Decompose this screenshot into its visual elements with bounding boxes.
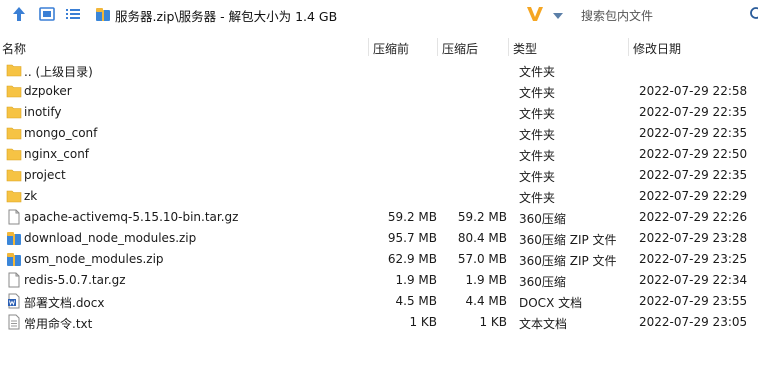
- file-name: inotify: [24, 105, 62, 119]
- file-row[interactable]: zk 文件夹 2022-07-29 22:29: [0, 186, 758, 207]
- column-divider[interactable]: [368, 38, 369, 56]
- column-uncompressed[interactable]: 压缩后: [442, 40, 478, 57]
- file-row[interactable]: 部署文档.docx 4.5 MB 4.4 MB DOCX 文档 2022-07-29 2…: [0, 291, 758, 312]
- file-row[interactable]: nginx_conf 文件夹 2022-07-29 22:50: [0, 144, 758, 165]
- folder-icon: [6, 146, 22, 162]
- v-logo-icon[interactable]: [526, 4, 544, 27]
- file-row[interactable]: mongo_conf 文件夹 2022-07-29 22:35: [0, 123, 758, 144]
- folder-icon: [6, 62, 22, 78]
- modified-date: 2022-07-29 22:34: [639, 273, 748, 287]
- file-type: 文件夹: [519, 65, 556, 79]
- file-row[interactable]: redis-5.0.7.tar.gz 1.9 MB 1.9 MB 360压缩 2022-…: [0, 270, 758, 291]
- column-name[interactable]: 名称: [2, 40, 26, 57]
- size-before: 62.9 MB: [387, 252, 437, 266]
- size-after: 4.4 MB: [465, 294, 507, 308]
- file-name: project: [24, 168, 66, 182]
- file-type: 360压缩: [519, 212, 566, 226]
- file-type: 360压缩 ZIP 文件: [519, 254, 617, 268]
- file-name: 部署文档.docx: [24, 296, 105, 310]
- modified-date: 2022-07-29 23:55: [639, 294, 748, 308]
- file-row[interactable]: 常用命令.txt 1 KB 1 KB 文本文档 2022-07-29 23:05: [0, 312, 758, 333]
- file-type: 文件夹: [519, 86, 556, 100]
- chevron-down-icon[interactable]: [552, 9, 564, 23]
- modified-date: 2022-07-29 22:58: [639, 84, 748, 98]
- modified-date: 2022-07-29 22:35: [639, 105, 748, 119]
- column-type[interactable]: 类型: [513, 40, 537, 57]
- file-type: DOCX 文档: [519, 296, 583, 310]
- column-divider[interactable]: [628, 38, 629, 56]
- file-row[interactable]: inotify 文件夹 2022-07-29 22:35: [0, 102, 758, 123]
- modified-date: 2022-07-29 22:35: [639, 126, 748, 140]
- file-name: .. (上级目录): [24, 65, 93, 79]
- toolbar: 服务器.zip\服务器 - 解包大小为 1.4 GB 搜索包内文件: [0, 0, 758, 28]
- file-name: 常用命令.txt: [24, 317, 93, 331]
- modified-date: 2022-07-29 22:26: [639, 210, 748, 224]
- file-type: 360压缩 ZIP 文件: [519, 233, 617, 247]
- file-row[interactable]: osm_node_modules.zip 62.9 MB 57.0 MB 360压缩 …: [0, 249, 758, 270]
- size-after: 57.0 MB: [457, 252, 507, 266]
- search-icon[interactable]: [749, 7, 758, 24]
- file-name: nginx_conf: [24, 147, 90, 161]
- modified-date: 2022-07-29 23:05: [639, 315, 748, 329]
- column-divider[interactable]: [437, 38, 438, 56]
- address-bar[interactable]: 服务器.zip\服务器 - 解包大小为 1.4 GB: [91, 2, 573, 26]
- column-compressed[interactable]: 压缩前: [373, 40, 409, 57]
- zip-archive-icon: [6, 251, 22, 267]
- search-placeholder: 搜索包内文件: [581, 9, 654, 23]
- word-doc-icon: [6, 293, 22, 309]
- modified-date: 2022-07-29 23:28: [639, 231, 748, 245]
- size-before: 59.2 MB: [387, 210, 437, 224]
- folder-icon: [6, 104, 22, 120]
- text-file-icon: [6, 314, 22, 330]
- folder-icon: [6, 125, 22, 141]
- file-type: 文件夹: [519, 107, 556, 121]
- file-list: .. (上级目录) 文件夹 dzpoker 文件夹 2022-07-29 22:58 …: [0, 60, 758, 333]
- column-modified[interactable]: 修改日期: [633, 40, 681, 57]
- modified-date: 2022-07-29 22:35: [639, 168, 748, 182]
- search-box[interactable]: 搜索包内文件: [578, 2, 758, 26]
- file-row[interactable]: download_node_modules.zip 95.7 MB 80.4 MB 3…: [0, 228, 758, 249]
- size-before: 1 KB: [409, 315, 437, 329]
- zip-archive-icon: [95, 6, 111, 25]
- file-name: zk: [24, 189, 38, 203]
- zip-archive-icon: [6, 230, 22, 246]
- file-type: 文件夹: [519, 149, 556, 163]
- archive-path: 服务器.zip\服务器 - 解包大小为 1.4 GB: [115, 9, 338, 24]
- up-arrow-icon[interactable]: [8, 3, 30, 25]
- file-type: 文件夹: [519, 170, 556, 184]
- size-before: 1.9 MB: [395, 273, 437, 287]
- size-before: 95.7 MB: [387, 231, 437, 245]
- file-row[interactable]: dzpoker 文件夹 2022-07-29 22:58: [0, 81, 758, 102]
- file-icon: [6, 209, 22, 225]
- file-name: apache-activemq-5.15.10-bin.tar.gz: [24, 210, 239, 224]
- folder-icon: [6, 188, 22, 204]
- modified-date: 2022-07-29 22:29: [639, 189, 748, 203]
- size-after: 1.9 MB: [465, 273, 507, 287]
- modified-date: 2022-07-29 22:50: [639, 147, 748, 161]
- file-name: osm_node_modules.zip: [24, 252, 164, 266]
- modified-date: 2022-07-29 23:25: [639, 252, 748, 266]
- file-type: 文件夹: [519, 191, 556, 205]
- file-name: redis-5.0.7.tar.gz: [24, 273, 126, 287]
- size-after: 59.2 MB: [457, 210, 507, 224]
- thumbnail-view-icon[interactable]: [36, 3, 58, 25]
- size-after: 1 KB: [479, 315, 507, 329]
- file-name: download_node_modules.zip: [24, 231, 197, 245]
- column-header: 名称 压缩前 压缩后 类型 修改日期: [0, 38, 758, 56]
- list-view-icon[interactable]: [62, 3, 84, 25]
- file-name: dzpoker: [24, 84, 72, 98]
- folder-icon: [6, 167, 22, 183]
- file-name: mongo_conf: [24, 126, 98, 140]
- file-type: 文本文档: [519, 317, 568, 331]
- file-type: 文件夹: [519, 128, 556, 142]
- column-divider[interactable]: [508, 38, 509, 56]
- file-type: 360压缩: [519, 275, 566, 289]
- folder-icon: [6, 83, 22, 99]
- file-icon: [6, 272, 22, 288]
- file-row[interactable]: apache-activemq-5.15.10-bin.tar.gz 59.2 M…: [0, 207, 758, 228]
- file-row[interactable]: project 文件夹 2022-07-29 22:35: [0, 165, 758, 186]
- size-after: 80.4 MB: [457, 231, 507, 245]
- file-row[interactable]: .. (上级目录) 文件夹: [0, 60, 758, 81]
- size-before: 4.5 MB: [395, 294, 437, 308]
